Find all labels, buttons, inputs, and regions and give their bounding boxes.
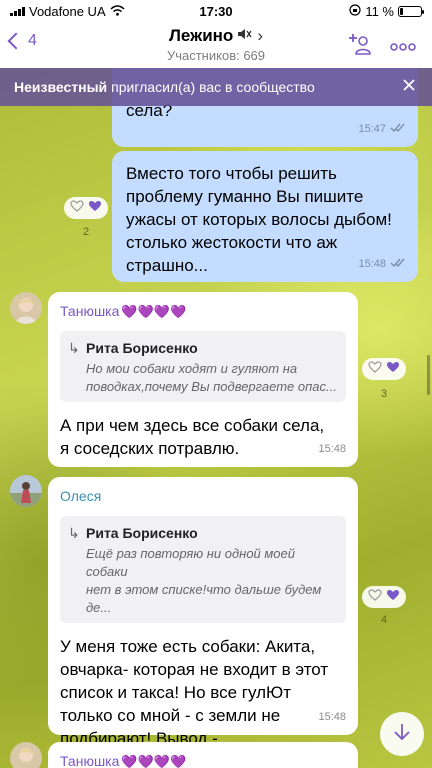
message-time: 15:48 (318, 443, 346, 455)
read-check-icon (390, 118, 406, 141)
reaction-button[interactable] (362, 358, 406, 380)
status-bar: Vodafone UA 17:30 11 % (0, 0, 432, 22)
like-outline-heart-icon (368, 588, 382, 606)
sender-name[interactable]: Олеся (60, 485, 346, 508)
read-check-icon (390, 253, 406, 276)
purple-heart-icon (386, 588, 400, 606)
battery-percent: 11 % (365, 3, 394, 19)
message-bubble-incoming[interactable]: Танюшка 💜💜💜💜 (48, 742, 358, 768)
battery-icon (398, 5, 424, 17)
reply-arrow-icon: ↳ (68, 340, 80, 356)
chat-header: 4 Лежино › Участников: 669 (0, 22, 432, 68)
reply-arrow-icon: ↳ (68, 525, 80, 541)
message-bubble-outgoing[interactable]: Вместо того чтобы решить проблему гуманн… (112, 151, 418, 282)
sender-name[interactable]: Танюшка 💜💜💜💜 (60, 750, 346, 768)
like-outline-heart-icon (368, 360, 382, 378)
message-text: А при чем здесь все собаки села, я сосед… (60, 416, 325, 458)
avatar-tanyushka[interactable] (10, 292, 42, 324)
purple-heart-icon (386, 360, 400, 378)
reaction-button[interactable] (64, 197, 108, 219)
orientation-lock-icon (349, 3, 361, 19)
scroll-to-bottom-button[interactable] (380, 712, 424, 756)
scroll-indicator[interactable] (427, 355, 430, 395)
banner-text: пригласил(а) вас в сообщество (111, 79, 315, 95)
more-icon[interactable] (390, 38, 416, 56)
reaction-count: 3 (381, 388, 388, 400)
chat-title: Лежино (169, 26, 234, 45)
reaction-button[interactable] (362, 586, 406, 608)
reaction-count: 2 (83, 226, 90, 238)
arrow-down-icon (392, 722, 412, 747)
sender-name[interactable]: Танюшка 💜💜💜💜 (60, 300, 346, 323)
quoted-message[interactable]: ↳ Рита Борисенко Но мои собаки ходят и г… (60, 331, 346, 402)
avatar-tanyushka[interactable] (10, 742, 42, 768)
message-time: 15:48 (358, 253, 406, 276)
close-icon[interactable] (402, 78, 416, 95)
quoted-message[interactable]: ↳ Рита Борисенко Ещё раз повторяю ни одн… (60, 516, 346, 623)
wifi-icon (110, 4, 125, 19)
reaction-count: 4 (381, 614, 388, 626)
message-bubble-incoming[interactable]: Олеся ↳ Рита Борисенко Ещё раз повторяю … (48, 477, 358, 768)
invite-banner[interactable]: Неизвестный пригласил(а) вас в сообществ… (0, 68, 432, 106)
signal-bars-icon (10, 6, 25, 16)
message-time: 15:48 (318, 711, 346, 723)
like-outline-heart-icon (70, 199, 84, 217)
message-bubble-incoming[interactable]: Танюшка 💜💜💜💜 ↳ Рита Борисенко Но мои соб… (48, 292, 358, 467)
purple-heart-icon (88, 199, 102, 217)
banner-inviter: Неизвестный (14, 79, 108, 95)
message-time: 15:47 (358, 118, 406, 141)
avatar-olesya[interactable] (10, 475, 42, 507)
carrier-name: Vodafone UA (29, 3, 106, 19)
chevron-right-icon: › (257, 26, 263, 45)
mute-icon (237, 26, 253, 46)
add-participant-icon[interactable] (348, 32, 372, 61)
